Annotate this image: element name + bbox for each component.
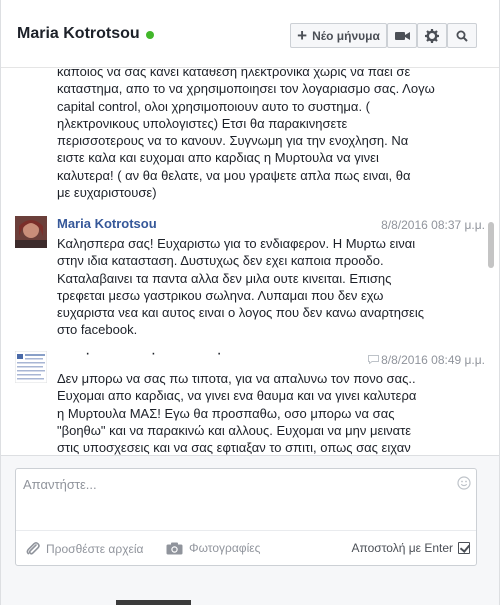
settings-button[interactable] — [417, 23, 447, 48]
online-status-dot — [146, 31, 154, 39]
reply-composer: Απαντήστε... Προσθέστε αρχεία Φωτογραφίε… — [15, 468, 477, 566]
chat-window: Maria Kotrotsou + Νέο μήνυμα κάποιος να … — [0, 0, 500, 605]
conversation-title[interactable]: Maria Kotrotsou — [17, 25, 140, 43]
sender-name[interactable]: Maria Kotrotsou — [57, 216, 157, 231]
paperclip-icon — [26, 542, 40, 555]
message-timestamp: 8/8/2016 08:49 μ.μ. — [381, 353, 485, 367]
chat-header: Maria Kotrotsou + Νέο μήνυμα — [1, 0, 499, 68]
new-message-button[interactable]: + Νέο μήνυμα — [290, 23, 387, 48]
send-on-enter-checkbox[interactable] — [458, 542, 470, 554]
avatar[interactable] — [15, 216, 47, 248]
video-call-button[interactable] — [387, 23, 417, 48]
message-text: Δεν μπορω να σας πω τιποτα, για να απαλυ… — [57, 371, 417, 455]
add-files-button[interactable]: Προσθέστε αρχεία — [26, 541, 143, 556]
avatar[interactable] — [15, 351, 47, 383]
plus-icon: + — [297, 25, 308, 45]
new-message-label: Νέο μήνυμα — [312, 28, 380, 43]
video-camera-icon — [394, 31, 410, 40]
reply-input[interactable]: Απαντήστε... — [23, 477, 97, 492]
message-timestamp: 8/8/2016 08:37 μ.μ. — [381, 218, 485, 232]
emoji-icon[interactable] — [457, 476, 471, 490]
message-text: Καλησπερα σας! Ευχαριστω για το ενδιαφερ… — [57, 236, 425, 338]
add-files-label: Προσθέστε αρχεία — [46, 541, 144, 556]
send-on-enter-toggle[interactable]: Αποστολή με Enter — [351, 541, 470, 555]
composer-divider — [16, 530, 476, 531]
gear-icon — [425, 28, 439, 43]
taskbar-fragment — [116, 600, 191, 605]
camera-icon — [166, 542, 183, 554]
photos-label: Φωτογραφίες — [189, 541, 261, 555]
sender-name-obscured: · · · — [85, 345, 250, 362]
seen-icon — [368, 355, 379, 364]
send-on-enter-label: Αποστολή με Enter — [351, 541, 454, 555]
search-icon — [456, 30, 468, 42]
search-button[interactable] — [447, 23, 477, 48]
message-list[interactable]: κάποιος να σας κάνει κατάθεση ηλεκτρονικ… — [1, 69, 499, 455]
add-photos-button[interactable]: Φωτογραφίες — [166, 541, 260, 555]
message-text: κάποιος να σας κάνει κατάθεση ηλεκτρονικ… — [57, 69, 435, 201]
scrollbar-thumb[interactable] — [488, 222, 494, 268]
